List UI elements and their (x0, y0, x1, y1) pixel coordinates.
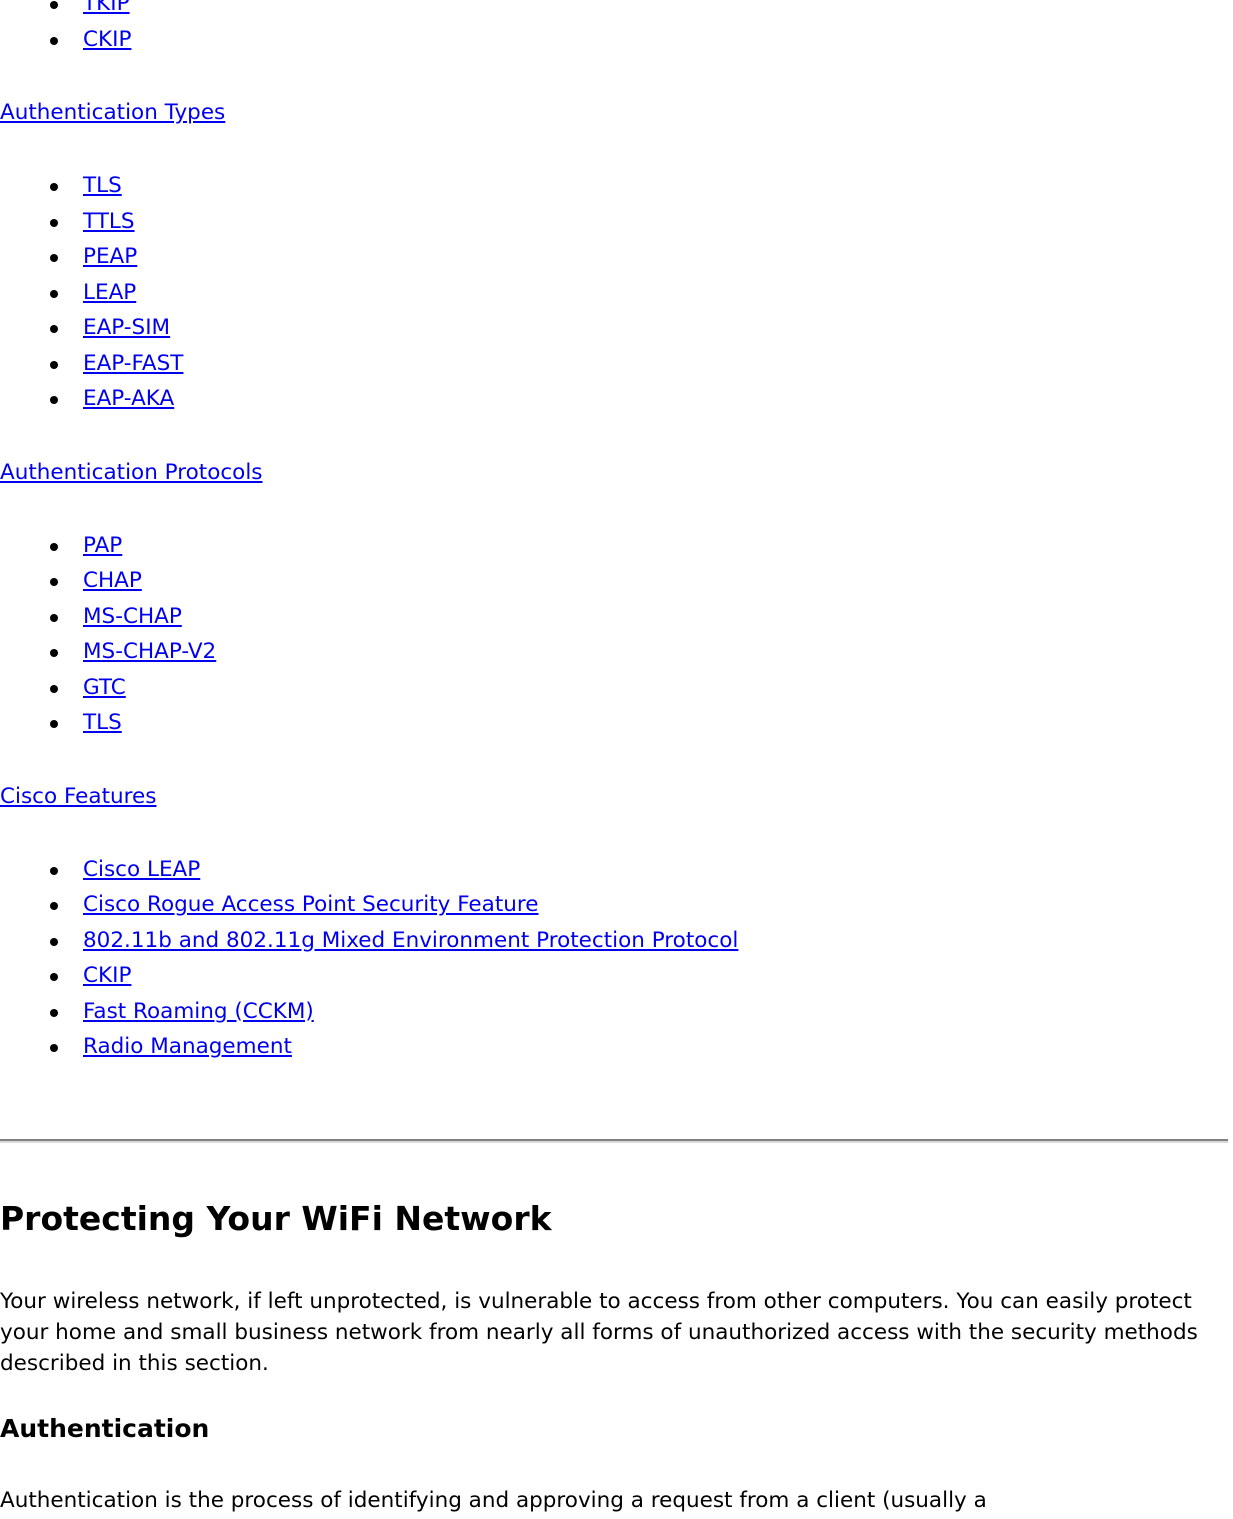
link-cisco-leap[interactable]: Cisco LEAP (83, 857, 200, 882)
link-radio-management[interactable]: Radio Management (83, 1034, 292, 1059)
link-eap-sim[interactable]: EAP-SIM (83, 315, 170, 340)
link-authentication-protocols[interactable]: Authentication Protocols (0, 460, 263, 485)
section-heading-authentication-protocols: Authentication Protocols (0, 455, 1233, 490)
link-gtc[interactable]: GTC (83, 675, 126, 700)
cisco-features-list: Cisco LEAP Cisco Rogue Access Point Secu… (0, 852, 1233, 1065)
list-item: MS-CHAP (0, 599, 1233, 635)
section-subtitle-authentication: Authentication (0, 1413, 210, 1443)
list-item: Radio Management (0, 1029, 1233, 1065)
list-item: EAP-SIM (0, 310, 1233, 346)
link-eap-aka[interactable]: EAP-AKA (83, 386, 174, 411)
list-item: TTLS (0, 204, 1233, 240)
link-ms-chap-v2[interactable]: MS-CHAP-V2 (83, 639, 216, 664)
link-leap[interactable]: LEAP (83, 280, 136, 305)
list-item: MS-CHAP-V2 (0, 634, 1233, 670)
link-ckip[interactable]: CKIP (83, 27, 131, 52)
list-item: Fast Roaming (CCKM) (0, 994, 1233, 1030)
list-item: EAP-FAST (0, 346, 1233, 382)
link-authentication-types[interactable]: Authentication Types (0, 100, 225, 125)
link-fast-roaming-cckm[interactable]: Fast Roaming (CCKM) (83, 999, 314, 1024)
link-ckip-cisco[interactable]: CKIP (83, 963, 131, 988)
encryption-type-list: TKIP CKIP (0, 0, 1233, 57)
list-item: GTC (0, 670, 1233, 706)
list-item: Cisco LEAP (0, 852, 1233, 888)
authentication-protocols-list: PAP CHAP MS-CHAP MS-CHAP-V2 GTC TLS (0, 528, 1233, 741)
link-mixed-environment-protection-protocol[interactable]: 802.11b and 802.11g Mixed Environment Pr… (83, 928, 738, 953)
authentication-paragraph: Authentication is the process of identif… (0, 1487, 987, 1513)
link-tkip[interactable]: TKIP (83, 0, 130, 16)
link-tls-protocol[interactable]: TLS (83, 710, 122, 735)
list-item: PAP (0, 528, 1233, 564)
intro-paragraph: Your wireless network, if left unprotect… (0, 1288, 1198, 1376)
list-item: PEAP (0, 239, 1233, 275)
list-item: TLS (0, 705, 1233, 741)
list-item: LEAP (0, 275, 1233, 311)
link-ttls[interactable]: TTLS (83, 209, 135, 234)
document-page: TKIP CKIP Authentication Types TLS TTLS … (0, 0, 1233, 1516)
list-item: CHAP (0, 563, 1233, 599)
list-item: CKIP (0, 22, 1233, 58)
link-cisco-features[interactable]: Cisco Features (0, 784, 156, 809)
link-pap[interactable]: PAP (83, 533, 122, 558)
link-eap-fast[interactable]: EAP-FAST (83, 351, 183, 376)
section-heading-cisco-features: Cisco Features (0, 779, 1233, 814)
list-item: TLS (0, 168, 1233, 204)
link-cisco-rogue-access-point-security-feature[interactable]: Cisco Rogue Access Point Security Featur… (83, 892, 538, 917)
link-tls[interactable]: TLS (83, 173, 122, 198)
list-item: 802.11b and 802.11g Mixed Environment Pr… (0, 923, 1233, 959)
link-ms-chap[interactable]: MS-CHAP (83, 604, 182, 629)
link-peap[interactable]: PEAP (83, 244, 137, 269)
list-item: TKIP (0, 0, 1233, 22)
list-item: Cisco Rogue Access Point Security Featur… (0, 887, 1233, 923)
section-heading-authentication-types: Authentication Types (0, 95, 1233, 130)
link-chap[interactable]: CHAP (83, 568, 142, 593)
page-title: Protecting Your WiFi Network (0, 1198, 552, 1238)
list-item: CKIP (0, 958, 1233, 994)
authentication-types-list: TLS TTLS PEAP LEAP EAP-SIM EAP-FAST EAP-… (0, 168, 1233, 417)
list-item: EAP-AKA (0, 381, 1233, 417)
